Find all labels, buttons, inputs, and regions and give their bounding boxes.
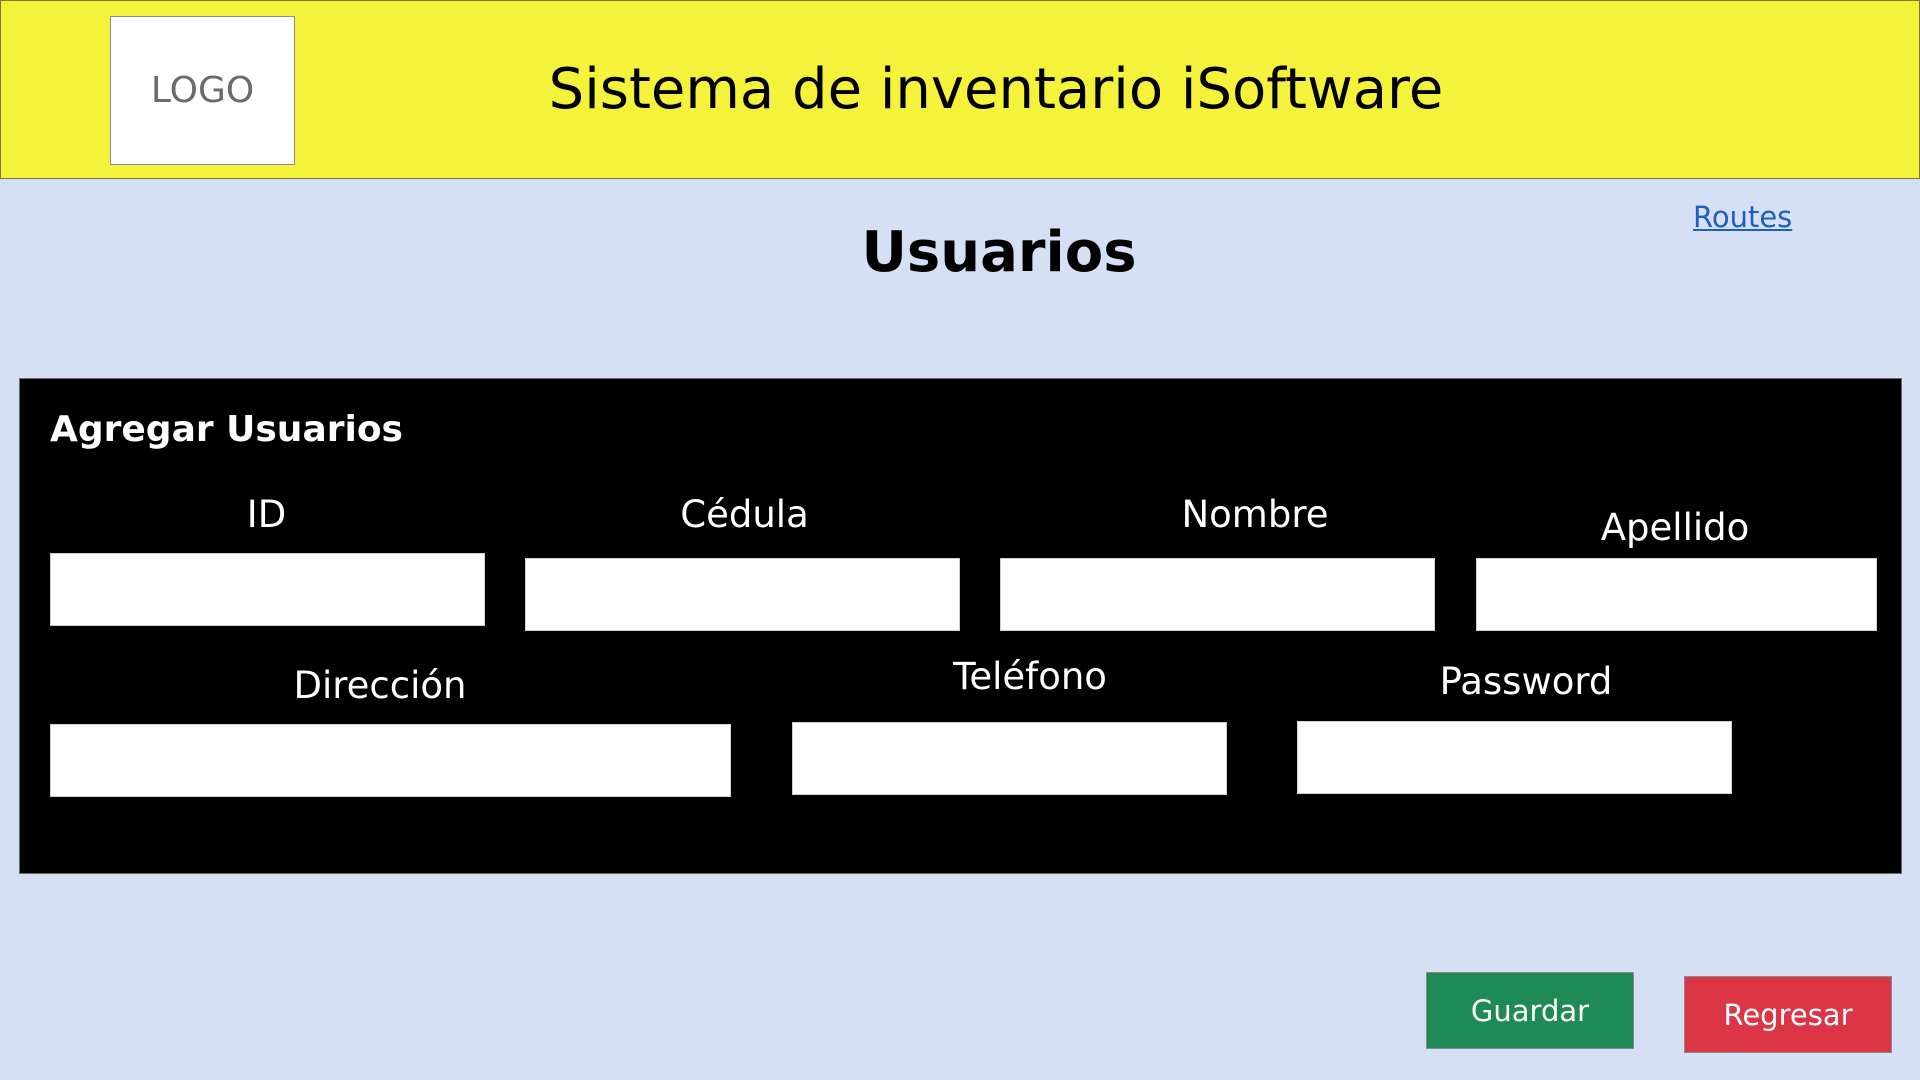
logo: LOGO	[110, 16, 295, 165]
cedula-input[interactable]	[525, 558, 960, 631]
direccion-label: Dirección	[293, 664, 467, 707]
page-title: Usuarios	[861, 220, 1137, 285]
nombre-label: Nombre	[1181, 493, 1329, 536]
app-title: Sistema de inventario iSoftware	[548, 57, 1444, 122]
telefono-label: Teléfono	[953, 655, 1107, 698]
logo-text: LOGO	[150, 70, 255, 111]
app-header: LOGO Sistema de inventario iSoftware	[0, 0, 1920, 179]
save-button[interactable]: Guardar	[1426, 972, 1634, 1049]
form-title: Agregar Usuarios	[50, 409, 403, 450]
password-label: Password	[1439, 660, 1613, 703]
nombre-input[interactable]	[1000, 558, 1435, 631]
apellido-label: Apellido	[1600, 506, 1750, 549]
direccion-input[interactable]	[50, 724, 731, 797]
telefono-input[interactable]	[792, 722, 1227, 795]
back-button[interactable]: Regresar	[1684, 976, 1892, 1053]
add-users-form: Agregar Usuarios ID Cédula Nombre Apelli…	[19, 378, 1902, 874]
cedula-label: Cédula	[680, 493, 809, 536]
password-input[interactable]	[1297, 721, 1732, 794]
id-input[interactable]	[50, 553, 485, 626]
id-label: ID	[246, 493, 287, 536]
apellido-input[interactable]	[1476, 558, 1877, 631]
